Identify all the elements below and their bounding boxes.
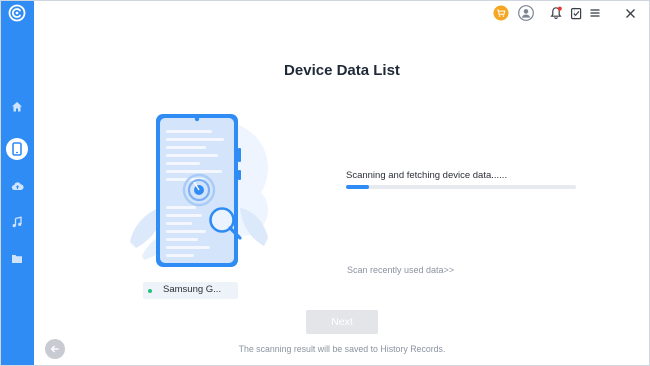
scan-recent-data-link[interactable]: Scan recently used data>> (347, 265, 454, 275)
scan-status-text: Scanning and fetching device data...... (346, 170, 508, 181)
phone-icon (12, 142, 22, 156)
menu-button[interactable] (587, 5, 603, 21)
sidebar-item-files[interactable] (8, 249, 26, 267)
page-title: Device Data List (284, 62, 400, 79)
history-records-note: The scanning result will be saved to His… (238, 344, 446, 354)
cloud-icon (11, 182, 24, 191)
scan-progress-bar (346, 185, 576, 189)
sidebar-item-music[interactable] (8, 213, 26, 231)
menu-icon (590, 9, 600, 17)
sidebar-item-home[interactable] (8, 98, 26, 116)
next-button[interactable]: Next (306, 310, 378, 334)
device-selector[interactable]: Samsung G... (143, 282, 238, 299)
app-logo-icon[interactable] (8, 4, 26, 22)
sidebar-item-backup[interactable] (8, 177, 26, 195)
device-name: Samsung G... (163, 284, 222, 295)
close-button[interactable] (622, 5, 638, 21)
arrow-left-icon (50, 345, 59, 353)
folder-icon (12, 254, 22, 263)
connected-status-dot (148, 289, 152, 293)
account-button[interactable] (518, 5, 534, 21)
cart-button[interactable] (493, 5, 509, 21)
feedback-button[interactable] (568, 5, 584, 21)
back-button[interactable] (45, 339, 65, 359)
user-avatar-icon (518, 5, 534, 21)
close-icon (625, 8, 635, 18)
sidebar-item-device[interactable] (8, 140, 26, 158)
music-note-icon (12, 216, 22, 228)
notifications-button[interactable] (548, 5, 564, 21)
cart-icon (493, 5, 509, 21)
phone-scan-illustration (124, 110, 274, 270)
title-bar (34, 1, 649, 25)
scan-progress-fill (346, 185, 369, 189)
notification-bell-icon (550, 6, 562, 19)
home-icon (12, 102, 22, 112)
sidebar (1, 1, 34, 365)
feedback-icon (570, 7, 581, 19)
